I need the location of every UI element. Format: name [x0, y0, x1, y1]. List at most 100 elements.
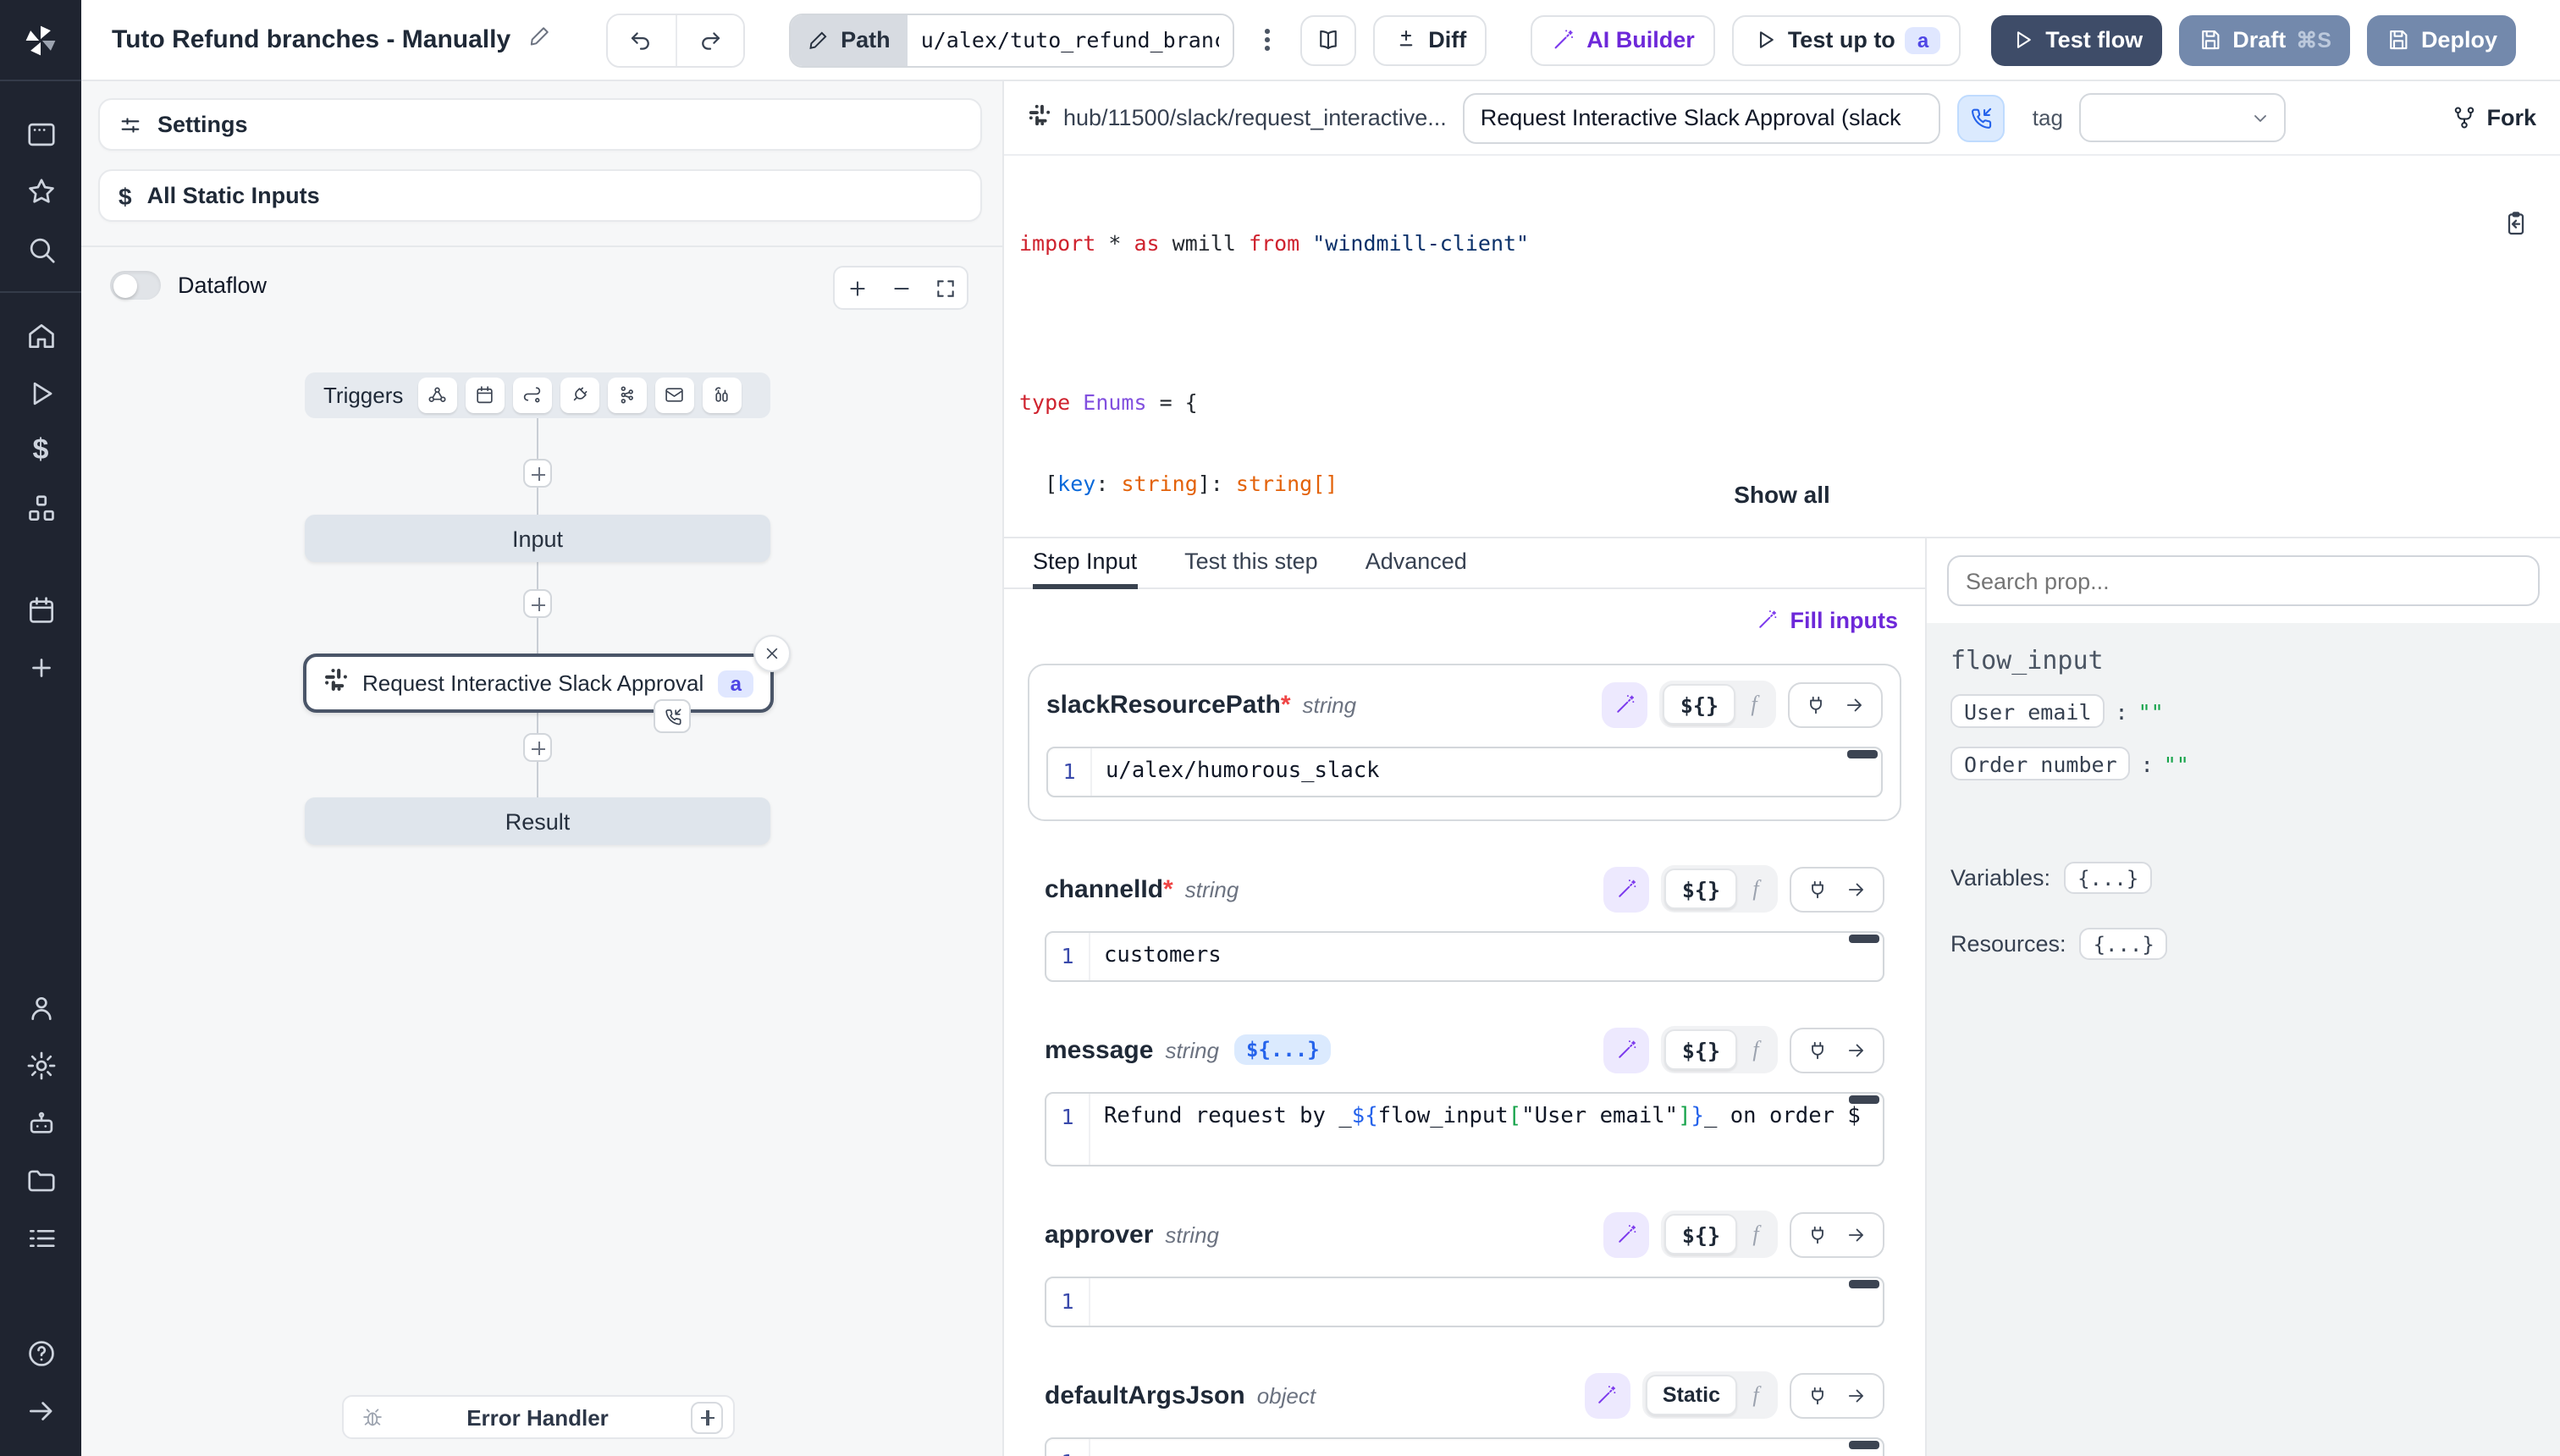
windmill-logo[interactable] — [0, 0, 81, 81]
tab-test-this-step[interactable]: Test this step — [1184, 538, 1318, 589]
code-preview[interactable]: import * as wmill from "windmill-client"… — [1004, 156, 2560, 538]
step-summary-input[interactable] — [1464, 92, 1941, 143]
template-mode-button[interactable]: ${} — [1665, 1214, 1737, 1255]
message-editor[interactable]: 1 Refund request by _${flow_input["User … — [1045, 1092, 1884, 1166]
schedule-trigger-icon[interactable] — [466, 378, 505, 413]
websocket-trigger-icon[interactable] — [560, 378, 599, 413]
static-mode-button[interactable]: Static — [1646, 1375, 1737, 1415]
add-step-button[interactable] — [523, 589, 552, 618]
add-error-handler-button[interactable] — [691, 1401, 723, 1433]
collapse-sidebar-icon[interactable] — [7, 1382, 74, 1439]
ai-fill-button[interactable] — [1604, 1027, 1650, 1073]
scrollbar-thumb[interactable] — [1847, 750, 1878, 758]
scrollbar-thumb[interactable] — [1849, 935, 1879, 942]
function-mode-button[interactable]: f — [1737, 1382, 1774, 1409]
show-all-code-button[interactable]: Show all — [1717, 476, 1847, 516]
zoom-in-icon[interactable] — [846, 277, 868, 299]
input-node[interactable]: Input — [305, 515, 770, 562]
runs-icon[interactable] — [7, 364, 74, 422]
ai-fill-button[interactable] — [1603, 681, 1648, 727]
result-node[interactable]: Result — [305, 797, 770, 845]
user-icon[interactable] — [7, 979, 74, 1036]
template-mode-button[interactable]: ${} — [1665, 869, 1737, 909]
insert-expression-button[interactable] — [1837, 1030, 1876, 1069]
flow-settings-row[interactable]: Settings — [98, 98, 982, 151]
prop-key-pill[interactable]: Order number — [1950, 747, 2131, 780]
delete-step-button[interactable] — [753, 635, 791, 672]
insert-expression-button[interactable] — [1837, 1376, 1876, 1415]
ai-fill-button[interactable] — [1604, 1211, 1650, 1257]
dataflow-toggle[interactable] — [110, 271, 161, 300]
webhook-trigger-icon[interactable] — [418, 378, 457, 413]
approver-editor[interactable]: 1 — [1045, 1277, 1884, 1327]
hub-script-path[interactable]: hub/11500/slack/request_interactive... — [1028, 103, 1447, 132]
resources-icon[interactable] — [7, 479, 74, 537]
robot-icon[interactable] — [7, 1094, 74, 1151]
function-mode-button[interactable]: f — [1737, 875, 1774, 902]
defaultArgsJson-editor[interactable]: 1 — [1045, 1437, 1884, 1456]
undo-button[interactable] — [607, 14, 675, 65]
copy-code-button[interactable] — [2401, 183, 2530, 270]
deploy-button[interactable]: Deploy — [2367, 14, 2516, 65]
resources-pill[interactable]: {...} — [2080, 928, 2168, 960]
prop-key-pill[interactable]: User email — [1950, 694, 2105, 728]
home-icon[interactable] — [7, 306, 74, 364]
kafka-trigger-icon[interactable] — [608, 378, 647, 413]
triggers-bar[interactable]: Triggers — [305, 372, 770, 418]
search-icon[interactable] — [7, 220, 74, 278]
suspend-approval-badge[interactable] — [654, 699, 691, 733]
tab-step-input[interactable]: Step Input — [1033, 538, 1137, 589]
slack-approval-step-node[interactable]: Request Interactive Slack Approval (... … — [303, 654, 774, 713]
test-flow-button[interactable]: Test flow — [1991, 14, 2161, 65]
fit-view-icon[interactable] — [934, 277, 956, 299]
add-step-button[interactable] — [523, 459, 552, 488]
plug-connect-button[interactable] — [1798, 1376, 1837, 1415]
zoom-out-icon[interactable] — [890, 277, 912, 299]
insert-expression-button[interactable] — [1837, 1215, 1876, 1254]
variables-icon[interactable]: $ — [7, 422, 74, 479]
apps-icon[interactable] — [7, 105, 74, 163]
ai-builder-button[interactable]: AI Builder — [1531, 14, 1715, 65]
route-trigger-icon[interactable] — [513, 378, 552, 413]
help-icon[interactable] — [7, 1324, 74, 1382]
all-static-inputs-row[interactable]: $ All Static Inputs — [98, 169, 982, 222]
scrollbar-thumb[interactable] — [1849, 1095, 1879, 1103]
draft-button[interactable]: Draft ⌘S — [2178, 14, 2350, 65]
edit-title-icon[interactable] — [527, 24, 551, 56]
scrollbar-thumb[interactable] — [1849, 1441, 1879, 1448]
redo-button[interactable] — [675, 14, 742, 65]
ai-fill-button[interactable] — [1604, 866, 1650, 912]
plug-connect-button[interactable] — [1798, 1215, 1837, 1254]
function-mode-button[interactable]: f — [1737, 1221, 1774, 1248]
fork-button[interactable]: Fork — [2451, 105, 2536, 130]
add-step-button[interactable] — [523, 733, 552, 762]
template-mode-button[interactable]: ${} — [1663, 684, 1735, 725]
channelId-editor[interactable]: 1 customers — [1045, 931, 1884, 982]
path-edit-button[interactable]: Path — [790, 14, 908, 65]
insert-expression-button[interactable] — [1837, 869, 1876, 908]
slackResourcePath-editor[interactable]: 1 u/alex/humorous_slack — [1046, 747, 1883, 797]
gear-icon[interactable] — [7, 1036, 74, 1094]
folder-icon[interactable] — [7, 1151, 74, 1209]
ai-fill-button[interactable] — [1585, 1372, 1630, 1418]
insert-expression-button[interactable] — [1835, 685, 1874, 724]
diff-button[interactable]: Diff — [1372, 14, 1487, 65]
suspend-approval-toggle-button[interactable] — [1958, 94, 2006, 141]
path-input[interactable] — [908, 14, 1233, 65]
scrollbar-thumb[interactable] — [1849, 1280, 1879, 1288]
function-mode-button[interactable]: f — [1735, 691, 1773, 718]
poll-trigger-icon[interactable] — [703, 378, 742, 413]
search-prop-input[interactable] — [1947, 555, 2540, 606]
add-icon[interactable] — [7, 638, 74, 696]
tag-select[interactable] — [2080, 93, 2287, 142]
function-mode-button[interactable]: f — [1737, 1036, 1774, 1063]
template-mode-button[interactable]: ${} — [1665, 1029, 1737, 1070]
variables-pill[interactable]: {...} — [2064, 862, 2152, 894]
plug-connect-button[interactable] — [1798, 869, 1837, 908]
email-trigger-icon[interactable] — [655, 378, 694, 413]
tab-advanced[interactable]: Advanced — [1366, 538, 1467, 589]
plug-connect-button[interactable] — [1798, 1030, 1837, 1069]
more-menu-button[interactable] — [1251, 29, 1283, 52]
error-handler-node[interactable]: Error Handler — [342, 1395, 735, 1439]
docs-button[interactable] — [1299, 14, 1355, 65]
